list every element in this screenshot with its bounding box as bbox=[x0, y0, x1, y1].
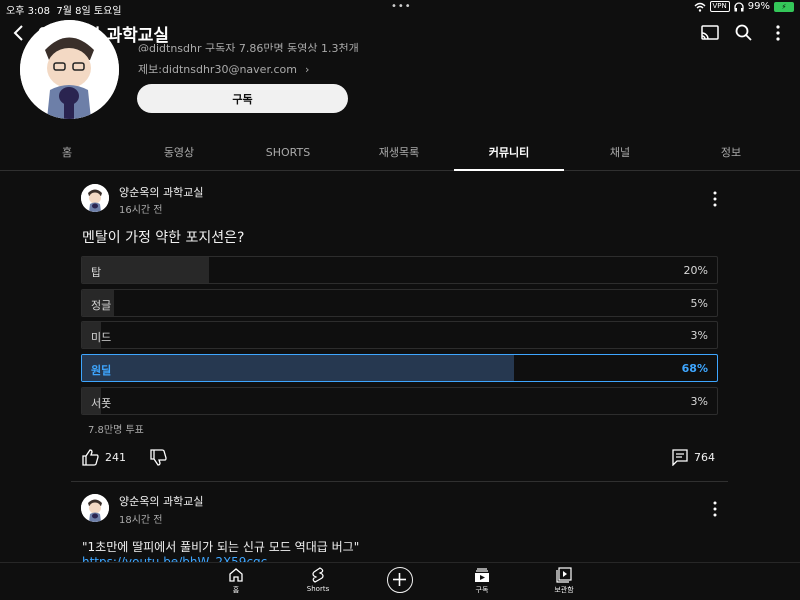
post-divider bbox=[71, 481, 728, 482]
poll-option[interactable]: 서폿 3% bbox=[81, 387, 718, 415]
poll-option-label: 미드 bbox=[91, 331, 112, 344]
headphones-icon bbox=[734, 1, 744, 11]
thumbs-down-icon bbox=[150, 449, 167, 466]
subscriptions-icon bbox=[475, 568, 489, 582]
post-timestamp: 18시간 전 bbox=[119, 515, 163, 526]
poll-option-label: 탑 bbox=[91, 266, 102, 279]
dislike-button[interactable] bbox=[150, 449, 167, 466]
nav-shorts[interactable]: Shorts bbox=[288, 567, 348, 593]
tab-playlists[interactable]: 재생목록 bbox=[344, 136, 454, 171]
more-options-icon[interactable] bbox=[768, 23, 788, 43]
channel-handle: @didtnsdhr 구독자 7.86만명 동영상 1.3천개 bbox=[138, 42, 359, 52]
comment-count: 764 bbox=[694, 451, 715, 464]
back-arrow-icon[interactable] bbox=[10, 22, 30, 44]
poll-vote-count: 7.8만명 투표 bbox=[88, 425, 144, 436]
nav-library[interactable]: 보관함 bbox=[534, 567, 594, 595]
comment-icon bbox=[672, 449, 688, 466]
poll-option[interactable]: 미드 3% bbox=[81, 321, 718, 349]
post-menu-icon[interactable] bbox=[707, 189, 723, 209]
nav-home-label: 홈 bbox=[232, 586, 240, 594]
subscribe-button[interactable]: 구독 bbox=[137, 84, 348, 113]
poll-option-label: 서폿 bbox=[91, 397, 112, 410]
poll-option[interactable]: 탑 20% bbox=[81, 256, 718, 284]
battery-icon: ⚡ bbox=[774, 1, 794, 12]
poll-option-label: 정글 bbox=[91, 299, 112, 312]
poll-option-percent: 3% bbox=[690, 329, 708, 342]
channel-contact-link[interactable]: 제보:didtnsdhr30@naver.com › bbox=[138, 61, 309, 77]
post-author-name[interactable]: 양순옥의 과학교실 bbox=[119, 493, 203, 509]
status-time: 오후 3:08 7월 8일 토요일 bbox=[6, 6, 122, 17]
thumbs-up-icon bbox=[82, 449, 99, 466]
chevron-right-icon: › bbox=[304, 63, 310, 76]
poll-option-fill bbox=[82, 355, 514, 381]
poll-option-percent: 5% bbox=[690, 297, 708, 310]
poll-option-percent: 68% bbox=[681, 362, 708, 375]
home-icon bbox=[229, 568, 243, 582]
tab-videos[interactable]: 동영상 bbox=[124, 136, 234, 171]
like-count: 241 bbox=[105, 451, 126, 464]
post-author-avatar[interactable] bbox=[81, 494, 109, 522]
comments-button[interactable]: 764 bbox=[672, 449, 715, 466]
nav-subscriptions[interactable]: 구독 bbox=[452, 567, 512, 595]
post-author-avatar[interactable] bbox=[81, 184, 109, 212]
poll-option-label: 원딜 bbox=[91, 364, 112, 377]
post-menu-icon[interactable] bbox=[707, 499, 723, 519]
poll-option[interactable]: 정글 5% bbox=[81, 289, 718, 317]
nav-shorts-label: Shorts bbox=[306, 585, 330, 593]
nav-subscriptions-label: 구독 bbox=[475, 586, 489, 594]
contact-text: 제보:didtnsdhr30@naver.com bbox=[138, 63, 297, 76]
tab-channels[interactable]: 채널 bbox=[565, 136, 675, 171]
tab-shorts[interactable]: SHORTS bbox=[233, 136, 343, 171]
library-icon bbox=[556, 567, 572, 583]
shorts-icon bbox=[312, 567, 324, 583]
like-button[interactable]: 241 bbox=[82, 449, 126, 466]
wifi-icon bbox=[694, 2, 706, 12]
channel-avatar[interactable] bbox=[20, 20, 119, 119]
status-indicators: VPN 99% ⚡ bbox=[694, 1, 794, 12]
poll-option-percent: 20% bbox=[683, 264, 708, 277]
create-button[interactable] bbox=[387, 567, 413, 593]
post-timestamp: 16시간 전 bbox=[119, 205, 163, 216]
cast-icon[interactable] bbox=[700, 23, 720, 43]
poll-question: 멘탈이 가정 약한 포지션은? bbox=[82, 230, 245, 246]
battery-percent: 99% bbox=[747, 1, 770, 12]
status-bar: 오후 3:08 7월 8일 토요일 ••• VPN 99% ⚡ bbox=[0, 0, 800, 17]
bottom-navigation: 홈 Shorts 구독 보관함 bbox=[0, 562, 800, 600]
plus-icon bbox=[393, 573, 406, 586]
character-avatar-image bbox=[81, 184, 109, 212]
post-author-name[interactable]: 양순옥의 과학교실 bbox=[119, 184, 203, 200]
tab-home[interactable]: 홈 bbox=[12, 136, 122, 171]
character-avatar-image bbox=[81, 494, 109, 522]
vpn-badge: VPN bbox=[709, 1, 730, 12]
nav-home[interactable]: 홈 bbox=[206, 567, 266, 595]
character-avatar-image bbox=[20, 20, 119, 119]
poll-option-percent: 3% bbox=[690, 395, 708, 408]
multitasking-dots[interactable]: ••• bbox=[391, 1, 412, 12]
tab-about[interactable]: 정보 bbox=[676, 136, 786, 171]
channel-tabs: 홈 동영상 SHORTS 재생목록 커뮤니티 채널 정보 bbox=[0, 136, 800, 171]
nav-library-label: 보관함 bbox=[554, 586, 574, 594]
top-app-bar: 양순옥의 과학교실 bbox=[0, 16, 800, 50]
poll-option[interactable]: 원딜 68% bbox=[81, 354, 718, 382]
search-icon[interactable] bbox=[734, 23, 754, 43]
tab-community[interactable]: 커뮤니티 bbox=[454, 136, 564, 171]
post-text: "1초만에 딸피에서 풀비가 되는 신규 모드 역대급 버그" bbox=[82, 540, 360, 554]
